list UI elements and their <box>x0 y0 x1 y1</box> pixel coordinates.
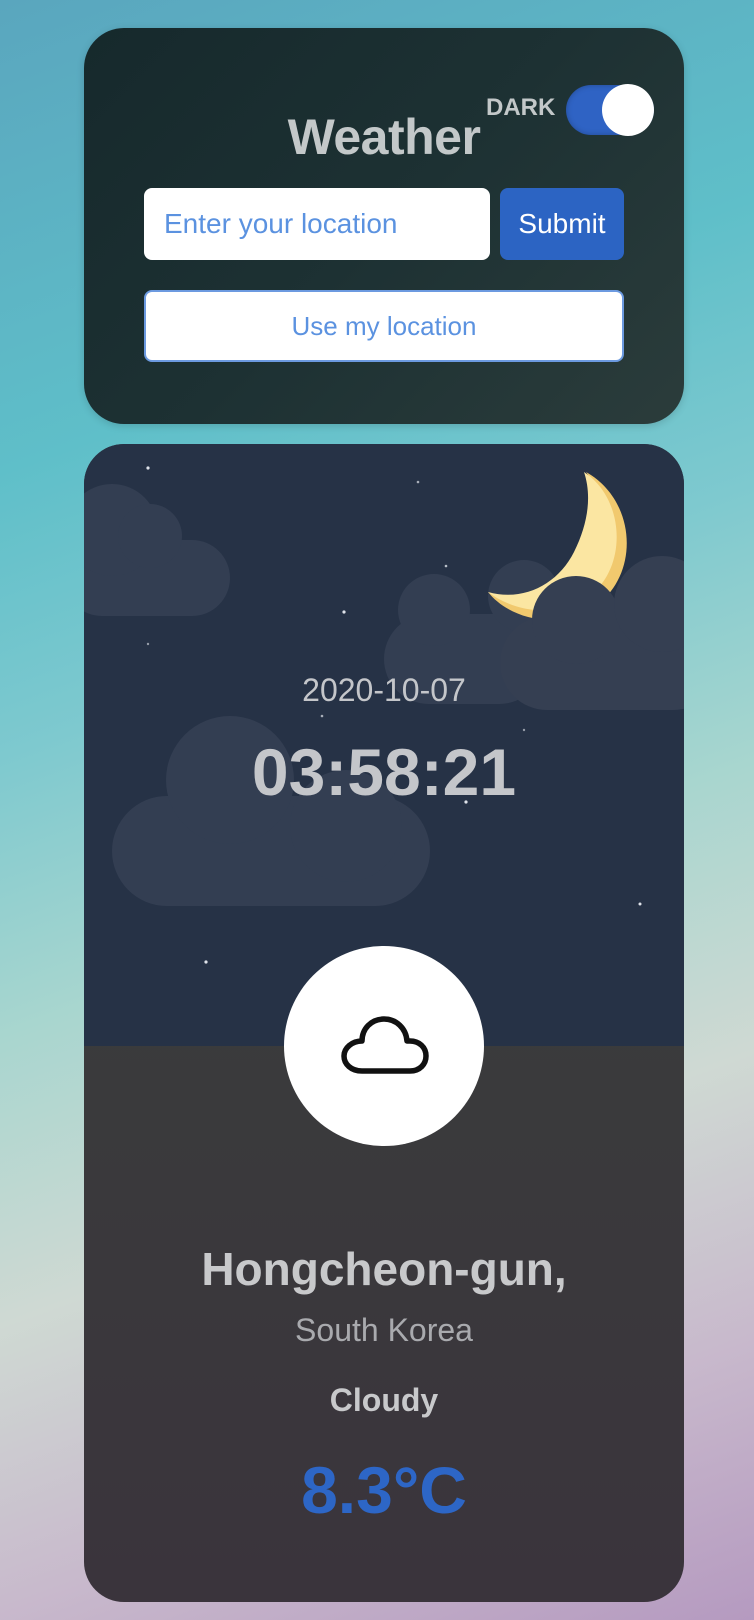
theme-label: DARK <box>486 94 556 121</box>
weather-condition: Cloudy <box>329 1382 439 1418</box>
cloud-icon <box>341 1016 429 1074</box>
star <box>416 480 420 484</box>
time-text: 03:58:21 <box>251 735 517 809</box>
cloud-top-left <box>84 484 230 616</box>
star <box>638 902 642 906</box>
toggle-knob <box>602 84 654 136</box>
temperature: 8.3°C <box>301 1453 467 1527</box>
date-text: 2020-10-07 <box>302 672 466 708</box>
weather-card: 2020-10-07 03:58:21 Hongcheon-gun, South… <box>84 444 684 1602</box>
location-input[interactable] <box>144 188 490 260</box>
star <box>320 714 324 718</box>
city-name: Hongcheon-gun, <box>201 1243 567 1295</box>
star <box>522 728 526 732</box>
country-name: South Korea <box>295 1312 473 1348</box>
star <box>146 466 150 470</box>
search-card: Weather DARK Submit Use my location <box>84 28 684 424</box>
star <box>444 564 448 568</box>
submit-button[interactable]: Submit <box>500 188 624 260</box>
star <box>204 960 208 964</box>
weather-icon-badge <box>284 946 484 1146</box>
use-my-location-button[interactable]: Use my location <box>144 290 624 362</box>
star <box>146 642 150 646</box>
star <box>342 610 346 614</box>
dark-mode-toggle[interactable] <box>566 84 654 136</box>
